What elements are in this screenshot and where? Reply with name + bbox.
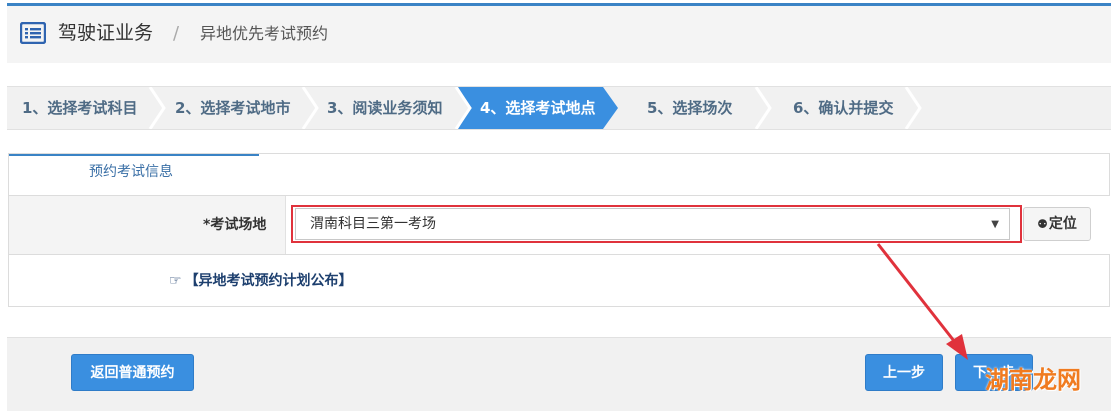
step-2[interactable]: 2、选择考试地市 xyxy=(175,87,290,129)
step-1[interactable]: 1、选择考试科目 xyxy=(22,87,137,129)
booking-info-panel: 预约考试信息 *考试场地 渭南科目三第一考场 ▼ ⚉定位 ☞ 【异地考试预约计划公… xyxy=(8,153,1110,307)
locate-button[interactable]: ⚉定位 xyxy=(1023,207,1091,241)
caret-down-icon: ▼ xyxy=(991,219,999,230)
breadcrumb-root[interactable]: 驾驶证业务 xyxy=(58,19,153,47)
breadcrumb-separator: / xyxy=(173,23,180,44)
step-6[interactable]: 6、确认并提交 xyxy=(793,87,893,129)
step-progress-bar: 1、选择考试科目 2、选择考试地市 3、阅读业务须知 4、选择考试地点 5、选择… xyxy=(7,86,1111,130)
breadcrumb-current: 异地优先考试预约 xyxy=(200,24,329,43)
exam-site-label: *考试场地 xyxy=(203,217,267,233)
watermark-text: 湖南龙网 xyxy=(985,366,1081,394)
tab-indicator xyxy=(9,154,259,156)
exam-site-select[interactable]: 渭南科目三第一考场 ▼ xyxy=(295,208,1010,240)
step-3[interactable]: 3、阅读业务须知 xyxy=(327,87,442,129)
plan-link-text: 【异地考试预约计划公布】 xyxy=(184,273,353,289)
tab-booking-info[interactable]: 预约考试信息 xyxy=(89,162,173,182)
plan-link[interactable]: ☞ 【异地考试预约计划公布】 xyxy=(169,271,353,291)
locate-label: 定位 xyxy=(1048,216,1077,232)
pointing-hand-icon: ☞ xyxy=(169,273,182,289)
exam-site-cell: 渭南科目三第一考场 ▼ ⚉定位 xyxy=(285,196,1110,254)
exam-site-row: *考试场地 渭南科目三第一考场 ▼ ⚉定位 xyxy=(9,195,1110,255)
return-normal-booking-button[interactable]: 返回普通预约 xyxy=(71,354,194,391)
step-4-active[interactable]: 4、选择考试地点 xyxy=(480,87,595,129)
exam-site-selected-value: 渭南科目三第一考场 xyxy=(310,216,436,232)
previous-step-button[interactable]: 上一步 xyxy=(865,354,943,391)
document-list-icon xyxy=(20,22,46,44)
step-5[interactable]: 5、选择场次 xyxy=(647,87,732,129)
map-pin-icon: ⚉ xyxy=(1037,217,1048,231)
page-header: 驾驶证业务 / 异地优先考试预约 xyxy=(7,6,1111,63)
action-footer: 返回普通预约 上一步 下一步 xyxy=(7,337,1111,411)
